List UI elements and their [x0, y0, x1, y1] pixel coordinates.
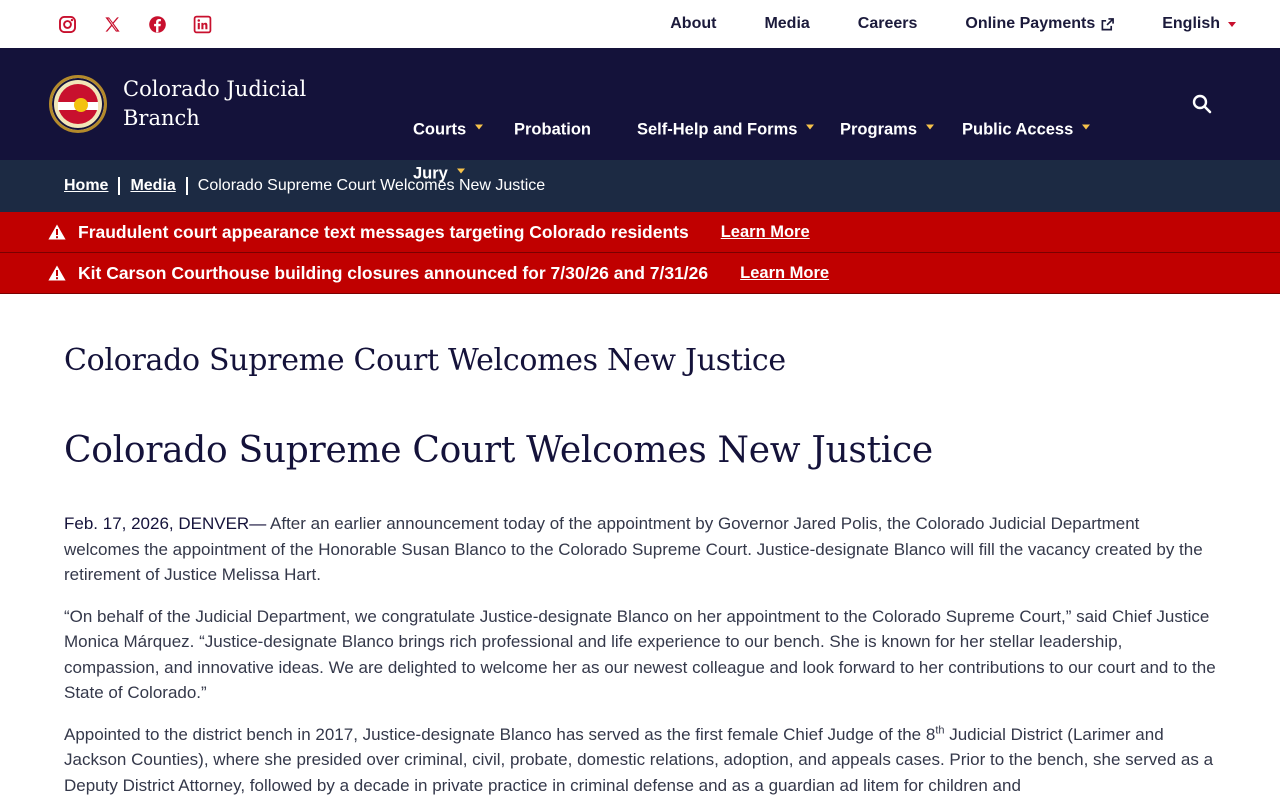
article-title: Colorado Supreme Court Welcomes New Just… [64, 430, 933, 471]
article-paragraph: Appointed to the district bench in 2017,… [64, 722, 1216, 799]
home-logo-link[interactable]: Colorado Judicial Branch [0, 48, 400, 160]
utility-nav: About Media Careers Online Payments Engl… [670, 15, 1236, 33]
search-icon [1192, 94, 1212, 114]
language-label: English [1162, 15, 1220, 32]
colorado-courts-seal-icon [49, 75, 107, 133]
nav-courts-label: Courts [413, 120, 467, 139]
nav-self-help-label: Self-Help and Forms [637, 120, 798, 139]
nav-probation-label: Probation [514, 120, 591, 139]
nav-jury-label: Jury [413, 164, 448, 183]
warning-icon [48, 224, 66, 240]
article-paragraph-3a: Appointed to the district bench in 2017,… [64, 724, 936, 744]
breadcrumb-home[interactable]: Home [64, 177, 108, 195]
alert-learn-more-link[interactable]: Learn More [740, 264, 829, 283]
breadcrumb: Home Media Colorado Supreme Court Welcom… [0, 160, 1280, 212]
nav-jury[interactable]: Jury [413, 165, 465, 184]
warning-icon [48, 265, 66, 281]
breadcrumb-separator [185, 177, 188, 195]
social-links [58, 12, 238, 36]
site-title-line2: Branch [123, 106, 200, 130]
alert-message: Kit Carson Courthouse building closures … [78, 262, 709, 283]
site-title: Colorado Judicial Branch [123, 75, 306, 133]
alert-message: Fraudulent court appearance text message… [78, 221, 689, 242]
nav-programs-label: Programs [840, 120, 918, 139]
breadcrumb-separator [118, 177, 121, 195]
online-payments-label: Online Payments [965, 15, 1096, 32]
chevron-down-icon [1082, 124, 1091, 130]
utility-bar: About Media Careers Online Payments Engl… [0, 0, 1280, 48]
facebook-icon[interactable] [148, 12, 193, 36]
instagram-icon[interactable] [58, 12, 103, 36]
chevron-down-icon [926, 124, 935, 130]
language-selector[interactable]: English [1162, 15, 1236, 33]
alert-banner: Fraudulent court appearance text message… [0, 212, 1280, 253]
nav-public-access[interactable]: Public Access [962, 120, 1091, 140]
nav-public-access-label: Public Access [962, 120, 1074, 139]
search-button[interactable] [1192, 94, 1212, 114]
article-paragraph: “On behalf of the Judicial Department, w… [64, 606, 1216, 703]
online-payments-link[interactable]: Online Payments [965, 15, 1115, 33]
nav-self-help[interactable]: Self-Help and Forms [637, 120, 815, 140]
external-link-icon [1101, 17, 1115, 30]
chevron-down-icon [475, 124, 484, 130]
site-title-line1: Colorado Judicial [123, 77, 307, 101]
linkedin-icon[interactable] [193, 12, 238, 36]
chevron-down-icon [806, 124, 815, 130]
nav-courts[interactable]: Courts [413, 120, 484, 140]
main-content: Colorado Supreme Court Welcomes New Just… [0, 343, 1280, 798]
article-dateline: Feb. 17, 2026, DENVER— [64, 514, 267, 533]
main-header: Colorado Judicial Branch Courts Probatio… [0, 48, 1280, 183]
media-link[interactable]: Media [764, 15, 809, 33]
nav-probation[interactable]: Probation [514, 121, 591, 140]
x-twitter-icon[interactable] [103, 12, 148, 36]
alert-learn-more-link[interactable]: Learn More [721, 223, 810, 242]
nav-programs[interactable]: Programs [840, 120, 935, 140]
article-paragraph: Feb. 17, 2026, DENVER— After an earlier … [64, 511, 1216, 588]
about-link[interactable]: About [670, 15, 716, 33]
alert-banner: Kit Carson Courthouse building closures … [0, 253, 1280, 294]
breadcrumb-media[interactable]: Media [130, 177, 175, 195]
chevron-down-icon [1228, 21, 1236, 27]
chevron-down-icon [456, 168, 465, 174]
careers-link[interactable]: Careers [858, 15, 918, 33]
article-body: Feb. 17, 2026, DENVER— After an earlier … [64, 511, 1216, 798]
page-title: Colorado Supreme Court Welcomes New Just… [64, 343, 786, 378]
breadcrumb-current: Colorado Supreme Court Welcomes New Just… [197, 177, 546, 194]
primary-nav: Courts Probation Self-Help and Forms Pro… [413, 48, 1173, 183]
ordinal-suffix: th [935, 723, 945, 736]
